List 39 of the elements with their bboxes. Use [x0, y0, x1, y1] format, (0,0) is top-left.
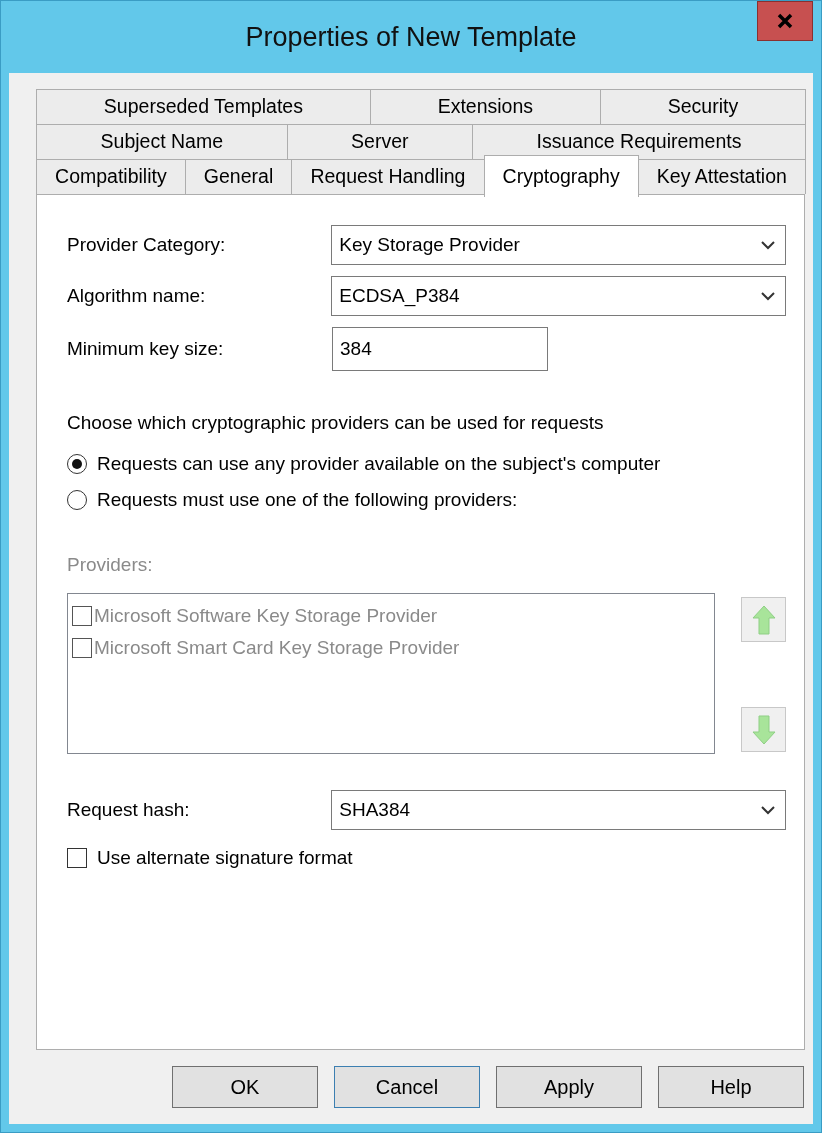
radio-button[interactable] [67, 490, 87, 511]
arrow-down-icon [751, 714, 776, 745]
providers-label: Providers: [67, 552, 154, 577]
tab[interactable]: Issuance Requirements [472, 124, 806, 159]
dialog-button[interactable]: Cancel [334, 1066, 480, 1108]
chevron-down-icon [761, 240, 775, 250]
field-label: Minimum key size: [67, 336, 225, 361]
field-label: Algorithm name: [67, 283, 207, 308]
tab[interactable]: General [184, 159, 293, 194]
tab[interactable]: Superseded Templates [36, 89, 371, 124]
checkbox[interactable] [67, 848, 87, 869]
chevron-down-icon [761, 805, 775, 815]
field-label: Provider Category: [67, 232, 227, 257]
radio-button[interactable] [67, 453, 87, 474]
input-field[interactable]: 384 [332, 327, 548, 371]
radio-label[interactable]: Requests can use any provider available on the subject's computer [97, 449, 661, 478]
tab[interactable]: Compatibility [36, 159, 186, 194]
dialog-button[interactable]: OK [172, 1066, 318, 1108]
dialog-button[interactable]: Apply [496, 1066, 642, 1108]
tab[interactable]: Subject Name [36, 124, 288, 159]
tab[interactable]: Cryptography [483, 155, 639, 197]
dialog-button[interactable]: Help [658, 1066, 804, 1108]
close-button[interactable] [757, 1, 813, 41]
field-label: Request hash: [67, 797, 191, 822]
close-icon [777, 13, 793, 29]
radio-label[interactable]: Requests must use one of the following providers: [97, 486, 518, 515]
prompt-text: Choose which cryptographic providers can be used for requests [67, 411, 605, 435]
tab[interactable]: Request Handling [291, 159, 485, 194]
dropdown[interactable]: SHA384 [331, 790, 786, 830]
tab[interactable]: Key Attestation [637, 159, 806, 194]
tab[interactable]: Security [599, 89, 806, 124]
checkbox-label[interactable]: Use alternate signature format [97, 844, 353, 873]
tab[interactable]: Extensions [369, 89, 601, 124]
dropdown[interactable]: Key Storage Provider [331, 225, 786, 265]
tab[interactable]: Server [286, 124, 474, 159]
arrow-up-icon [751, 604, 776, 635]
window-title: Properties of New Template [245, 20, 577, 54]
dropdown[interactable]: ECDSA_P384 [331, 276, 786, 316]
chevron-down-icon [761, 291, 775, 301]
